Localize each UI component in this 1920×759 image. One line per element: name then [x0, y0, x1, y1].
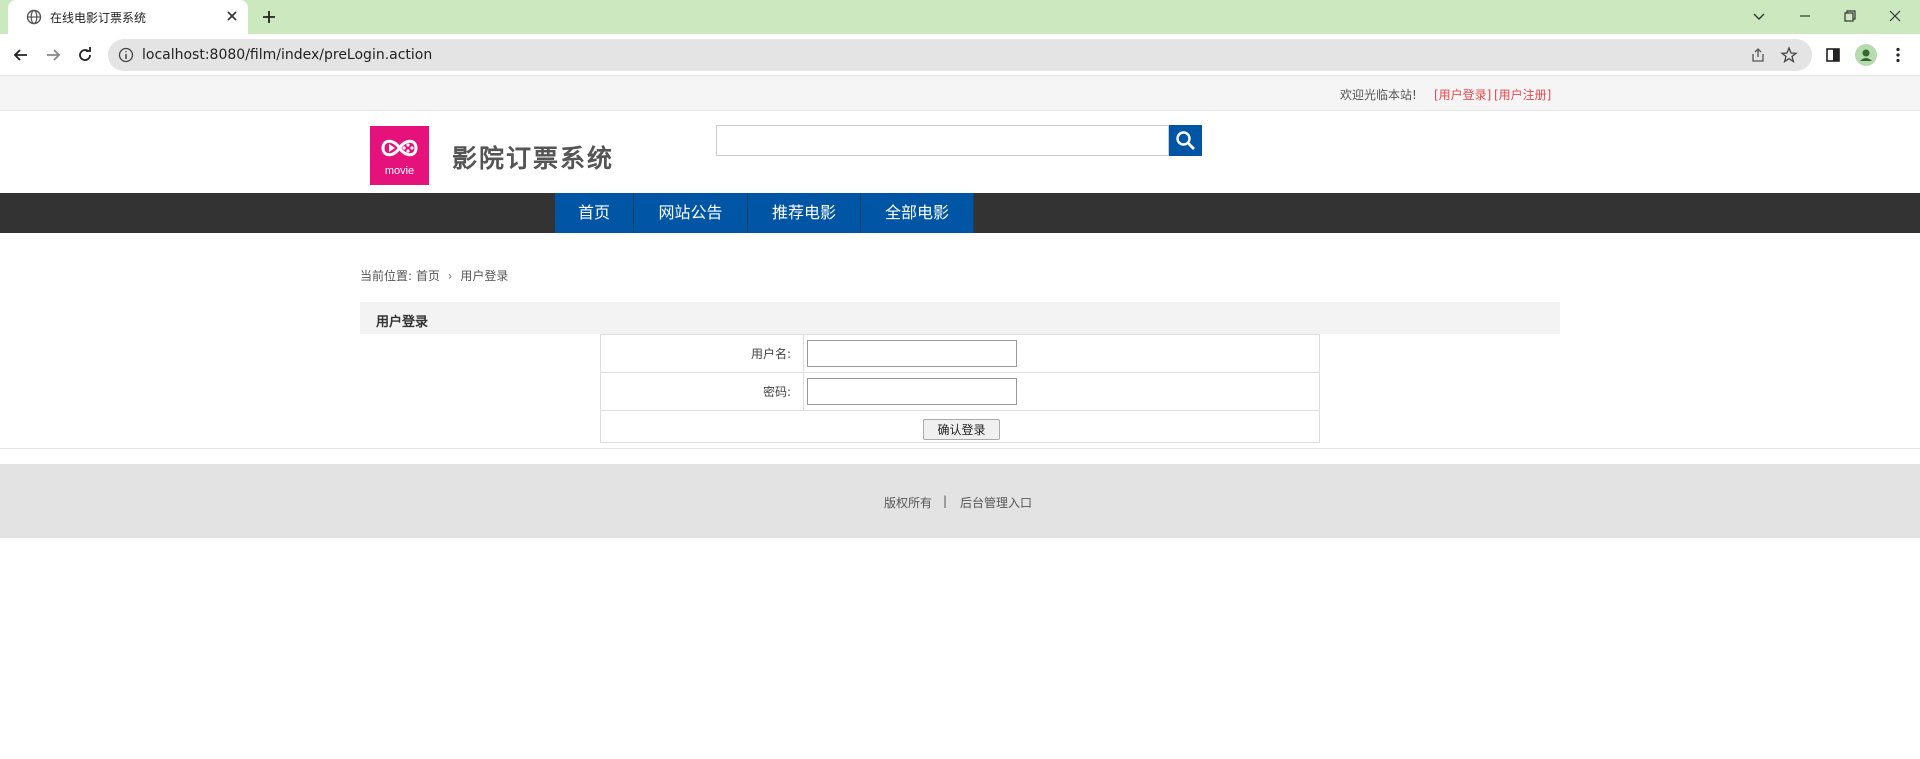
username-row: 用户名: — [601, 335, 1319, 373]
nav-item-recommended[interactable]: 推荐电影 — [748, 193, 861, 233]
globe-icon — [26, 9, 42, 25]
login-panel-header: 用户登录 — [360, 302, 1560, 334]
search-input[interactable] — [716, 125, 1169, 156]
sidepanel-icon[interactable] — [1823, 45, 1843, 65]
confirm-login-button[interactable]: 确认登录 — [923, 419, 1000, 440]
minimize-icon[interactable] — [1795, 6, 1815, 26]
breadcrumb-separator: › — [447, 269, 453, 283]
login-form: 用户名: 密码: 确认登录 — [600, 334, 1320, 443]
nav-item-announcements[interactable]: 网站公告 — [634, 193, 748, 233]
user-login-link[interactable]: [用户登录] — [1434, 86, 1491, 103]
restore-icon[interactable] — [1840, 6, 1860, 26]
site-name: 影院订票系统 — [452, 144, 615, 173]
user-register-link[interactable]: [用户注册] — [1494, 86, 1551, 103]
copyright-link[interactable]: 版权所有 — [884, 494, 932, 511]
breadcrumb: 当前位置: 首页 › 用户登录 — [360, 267, 508, 284]
close-icon[interactable] — [224, 8, 240, 24]
nav-item-home[interactable]: 首页 — [555, 193, 634, 233]
star-icon[interactable] — [1780, 46, 1798, 64]
username-field[interactable] — [807, 340, 1017, 367]
browser-tab-strip: 在线电影订票系统 — [0, 0, 1920, 34]
site-footer: 版权所有 | 后台管理入口 — [0, 464, 1920, 538]
site-header: movie 影院订票系统 — [0, 111, 1920, 193]
password-field[interactable] — [807, 378, 1017, 405]
password-row: 密码: — [601, 373, 1319, 411]
search-icon — [1176, 131, 1195, 150]
tab-title: 在线电影订票系统 — [50, 11, 147, 25]
reload-icon[interactable] — [75, 45, 95, 65]
footer-separator: | — [943, 494, 948, 508]
plus-icon[interactable] — [260, 8, 278, 26]
info-icon[interactable] — [118, 47, 134, 63]
window-close-icon[interactable] — [1885, 6, 1905, 26]
nav-item-all-movies[interactable]: 全部电影 — [861, 193, 974, 233]
more-icon[interactable] — [1888, 45, 1908, 65]
main-nav: 首页 网站公告 推荐电影 全部电影 — [0, 193, 1920, 233]
footer-divider — [0, 448, 1920, 449]
password-label: 密码: — [601, 373, 804, 410]
logo-text: movie — [384, 165, 415, 177]
address-bar[interactable]: localhost:8080/film/index/preLogin.actio… — [108, 39, 1812, 71]
search-button[interactable] — [1169, 125, 1202, 156]
infinity-play-icon — [381, 139, 418, 157]
profile-icon[interactable] — [1855, 44, 1877, 66]
forward-arrow-icon[interactable] — [43, 45, 63, 65]
breadcrumb-home[interactable]: 首页 — [416, 269, 440, 283]
login-panel-title: 用户登录 — [376, 315, 429, 330]
top-bar: 欢迎光临本站! [用户登录] [用户注册] — [0, 76, 1920, 111]
page-content: 欢迎光临本站! [用户登录] [用户注册] movie 影院订票系统 首页 网站… — [0, 76, 1920, 759]
username-label: 用户名: — [601, 335, 804, 372]
browser-tab[interactable]: 在线电影订票系统 — [8, 0, 248, 34]
site-logo[interactable]: movie — [370, 126, 429, 185]
share-icon[interactable] — [1750, 47, 1766, 63]
welcome-text: 欢迎光临本站! — [1340, 88, 1417, 102]
admin-entry-link[interactable]: 后台管理入口 — [960, 494, 1032, 511]
back-arrow-icon[interactable] — [11, 45, 31, 65]
browser-toolbar: localhost:8080/film/index/preLogin.actio… — [0, 34, 1920, 76]
breadcrumb-prefix: 当前位置: — [360, 269, 413, 283]
chevron-down-icon[interactable] — [1749, 6, 1769, 26]
url-text[interactable]: localhost:8080/film/index/preLogin.actio… — [142, 47, 432, 63]
breadcrumb-current: 用户登录 — [460, 269, 509, 283]
